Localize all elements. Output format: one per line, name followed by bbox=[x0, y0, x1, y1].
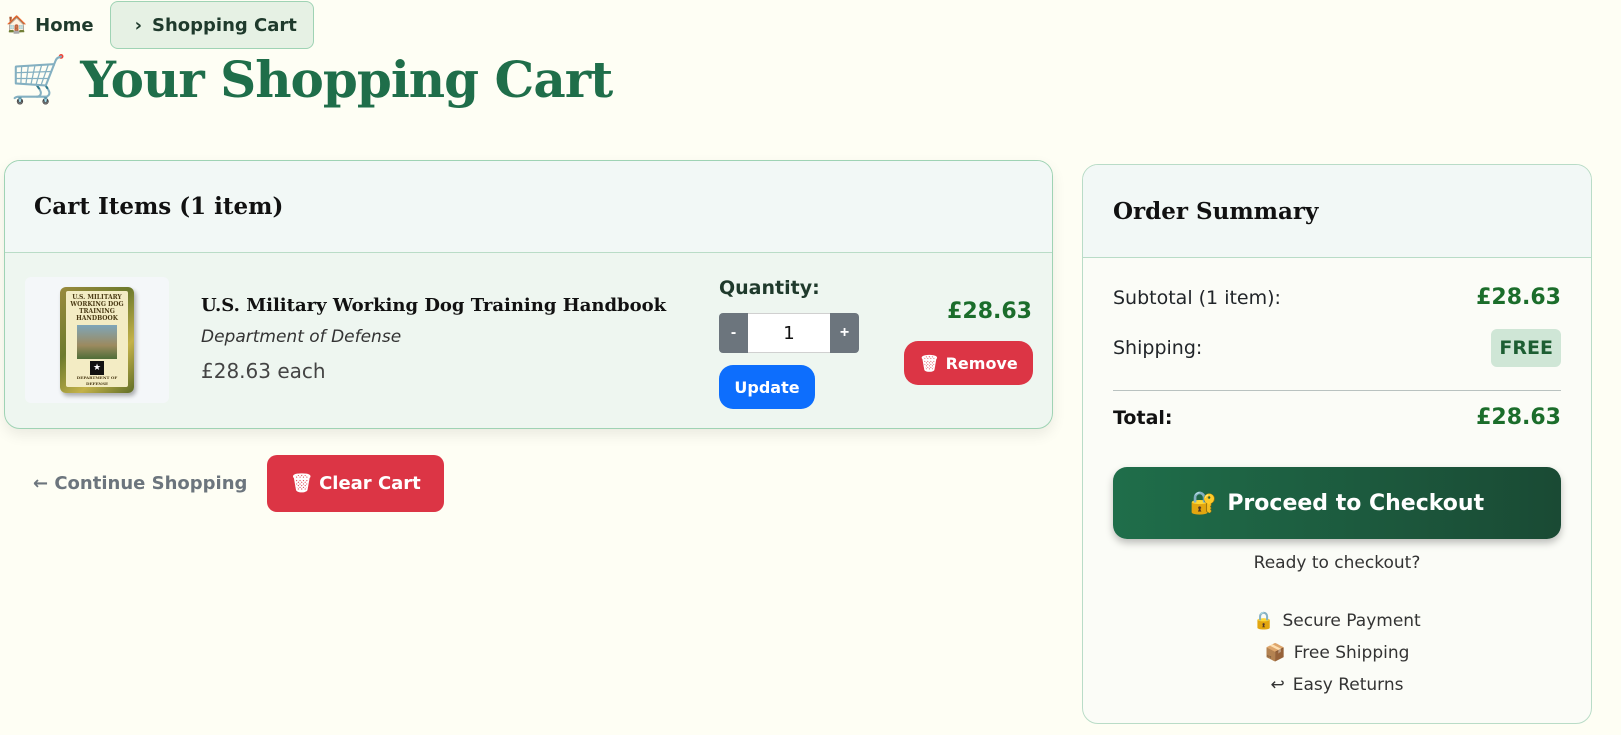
wastebasket-icon: 🗑 bbox=[290, 473, 314, 494]
wastebasket-icon: 🗑 bbox=[919, 353, 940, 373]
chevron-right-icon: › bbox=[134, 14, 142, 36]
checkout-label: Proceed to Checkout bbox=[1227, 490, 1485, 516]
shipping-free-badge: FREE bbox=[1491, 329, 1561, 367]
subtotal-label: Subtotal (1 item): bbox=[1113, 286, 1281, 309]
breadcrumb-current-label: Shopping Cart bbox=[152, 14, 297, 36]
star-icon: ★ bbox=[90, 361, 104, 375]
clear-cart-label: Clear Cart bbox=[319, 473, 421, 494]
perks-list: 🔒 Secure Payment 📦 Free Shipping ↩ Easy … bbox=[1083, 605, 1591, 701]
cover-line-3: HANDBOOK bbox=[76, 315, 118, 322]
update-quantity-button[interactable]: Update bbox=[719, 365, 815, 409]
shipping-label: Shipping: bbox=[1113, 337, 1203, 359]
remove-item-button[interactable]: 🗑 Remove bbox=[904, 341, 1033, 385]
item-line-total: £28.63 bbox=[947, 299, 1032, 324]
quantity-input[interactable] bbox=[748, 313, 830, 353]
perk-label: Free Shipping bbox=[1293, 643, 1410, 663]
total-value: £28.63 bbox=[1476, 405, 1561, 430]
house-icon: 🏠 bbox=[6, 15, 28, 35]
subtotal-value: £28.63 bbox=[1476, 285, 1561, 310]
remove-label: Remove bbox=[945, 353, 1018, 373]
cart-items-header: Cart Items (1 item) bbox=[5, 161, 1052, 253]
perk-secure-payment: 🔒 Secure Payment bbox=[1083, 605, 1591, 637]
cart-item-row: U.S. MILITARY WORKING DOG TRAINING HANDB… bbox=[5, 253, 1052, 428]
cover-footer: DEPARTMENT OF DEFENSE bbox=[76, 375, 118, 386]
clear-cart-button[interactable]: 🗑 Clear Cart bbox=[267, 455, 444, 512]
quantity-label: Quantity: bbox=[719, 277, 820, 299]
order-summary-header: Order Summary bbox=[1083, 165, 1591, 258]
page-title-text: Your Shopping Cart bbox=[80, 50, 613, 109]
breadcrumb-current: › Shopping Cart bbox=[109, 1, 314, 49]
package-icon: 📦 bbox=[1264, 643, 1286, 663]
ready-to-checkout-text: Ready to checkout? bbox=[1253, 553, 1421, 573]
quantity-increase-button[interactable]: + bbox=[830, 313, 859, 353]
item-unit-price: £28.63 each bbox=[201, 359, 326, 383]
cover-illustration bbox=[77, 325, 117, 359]
quantity-stepper: - + bbox=[719, 313, 859, 353]
order-summary-card: Order Summary Subtotal (1 item): £28.63 … bbox=[1082, 164, 1592, 724]
cart-items-card: Cart Items (1 item) U.S. MILITARY WORKIN… bbox=[4, 160, 1053, 429]
proceed-to-checkout-button[interactable]: 🔐 Proceed to Checkout bbox=[1113, 467, 1561, 539]
perk-easy-returns: ↩ Easy Returns bbox=[1083, 669, 1591, 701]
shopping-cart-icon: 🛒 bbox=[10, 52, 67, 106]
perk-free-shipping: 📦 Free Shipping bbox=[1083, 637, 1591, 669]
shipping-row: Shipping: FREE bbox=[1113, 329, 1561, 367]
total-row: Total: £28.63 bbox=[1113, 405, 1561, 430]
cover-line-1: U.S. MILITARY bbox=[72, 294, 122, 301]
book-cover: U.S. MILITARY WORKING DOG TRAINING HANDB… bbox=[60, 287, 134, 393]
perk-label: Secure Payment bbox=[1282, 611, 1421, 631]
item-author: Department of Defense bbox=[201, 327, 402, 347]
quantity-decrease-button[interactable]: - bbox=[719, 313, 748, 353]
total-label: Total: bbox=[1113, 406, 1173, 429]
lock-icon: 🔒 bbox=[1253, 611, 1275, 631]
perk-label: Easy Returns bbox=[1292, 675, 1404, 695]
continue-shopping-link[interactable]: ← Continue Shopping bbox=[33, 473, 247, 494]
breadcrumb: 🏠 Home › Shopping Cart bbox=[4, 1, 314, 49]
cover-line-2: WORKING DOG TRAINING bbox=[70, 301, 124, 315]
return-arrow-icon: ↩ bbox=[1270, 675, 1285, 695]
page-title: 🛒 Your Shopping Cart bbox=[10, 50, 613, 109]
item-title[interactable]: U.S. Military Working Dog Training Handb… bbox=[201, 295, 666, 316]
breadcrumb-home-label: Home bbox=[35, 14, 94, 36]
breadcrumb-home-link[interactable]: 🏠 Home bbox=[4, 15, 100, 36]
summary-divider bbox=[1113, 390, 1561, 391]
subtotal-row: Subtotal (1 item): £28.63 bbox=[1113, 285, 1561, 310]
lock-key-icon: 🔐 bbox=[1189, 490, 1218, 516]
book-cover-image[interactable]: U.S. MILITARY WORKING DOG TRAINING HANDB… bbox=[25, 277, 169, 403]
